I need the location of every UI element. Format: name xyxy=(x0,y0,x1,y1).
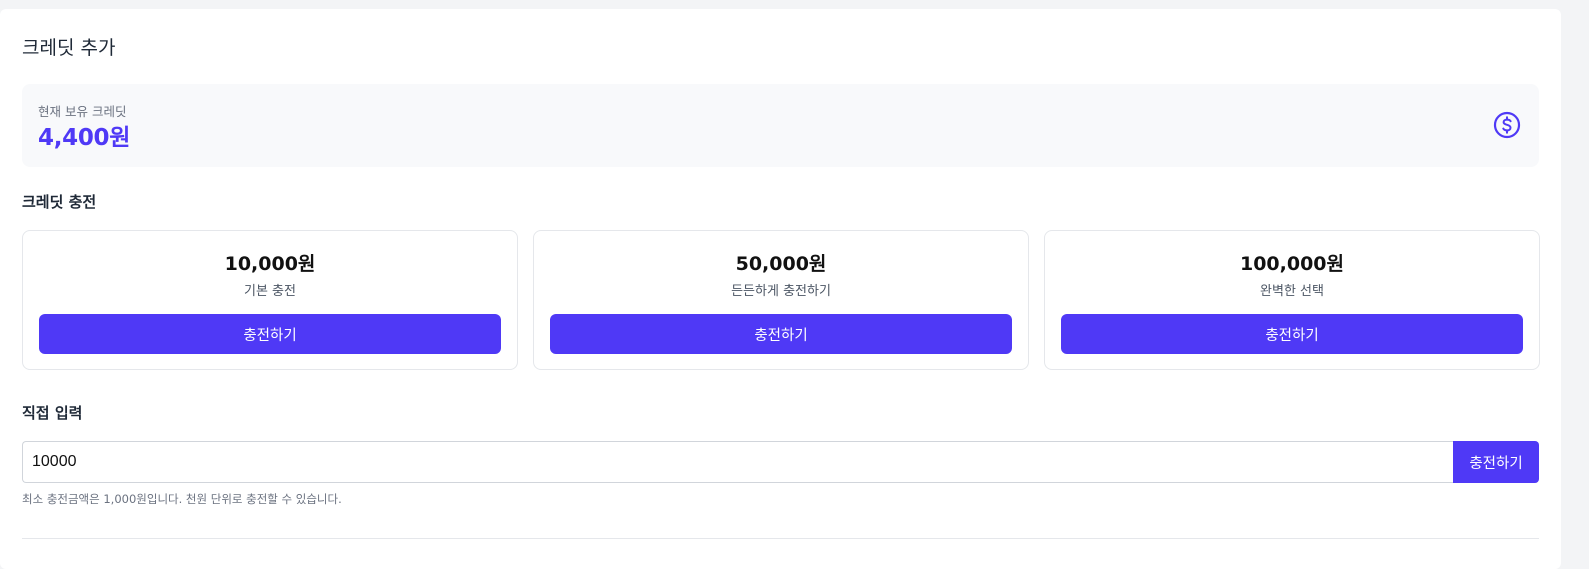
divider xyxy=(22,538,1539,539)
charge-hint-text: 최소 충전금액은 1,000원입니다. 천원 단위로 충전할 수 있습니다. xyxy=(22,492,342,506)
charge-option-card: 10,000원 기본 충전 충전하기 xyxy=(22,230,518,370)
charge-option-card: 100,000원 완벽한 선택 충전하기 xyxy=(1044,230,1540,370)
dollar-circle-icon xyxy=(1493,111,1521,139)
custom-amount-row: 충전하기 xyxy=(22,441,1539,483)
charge-section-title: 크레딧 충전 xyxy=(22,193,97,211)
charge-option-amount: 100,000원 xyxy=(1239,253,1345,275)
charge-option-description: 든든하게 충전하기 xyxy=(731,284,831,299)
charge-option-amount: 50,000원 xyxy=(735,253,827,275)
custom-amount-input[interactable] xyxy=(22,441,1453,483)
credit-panel: 크레딧 추가 현재 보유 크레딧 4,400원 크레딧 충전 10,000원 기… xyxy=(0,9,1561,569)
custom-charge-button[interactable]: 충전하기 xyxy=(1453,441,1539,483)
charge-50000-button[interactable]: 충전하기 xyxy=(550,314,1012,354)
charge-option-amount: 10,000원 xyxy=(224,253,316,275)
page-title: 크레딧 추가 xyxy=(22,37,116,59)
balance-box: 현재 보유 크레딧 4,400원 xyxy=(22,84,1539,167)
charge-10000-button[interactable]: 충전하기 xyxy=(39,314,501,354)
charge-option-description: 완벽한 선택 xyxy=(1260,284,1324,299)
balance-value: 4,400원 xyxy=(38,125,131,151)
charge-option-description: 기본 충전 xyxy=(244,284,296,299)
charge-100000-button[interactable]: 충전하기 xyxy=(1061,314,1523,354)
custom-section-title: 직접 입력 xyxy=(22,404,83,422)
charge-option-card: 50,000원 든든하게 충전하기 충전하기 xyxy=(533,230,1029,370)
